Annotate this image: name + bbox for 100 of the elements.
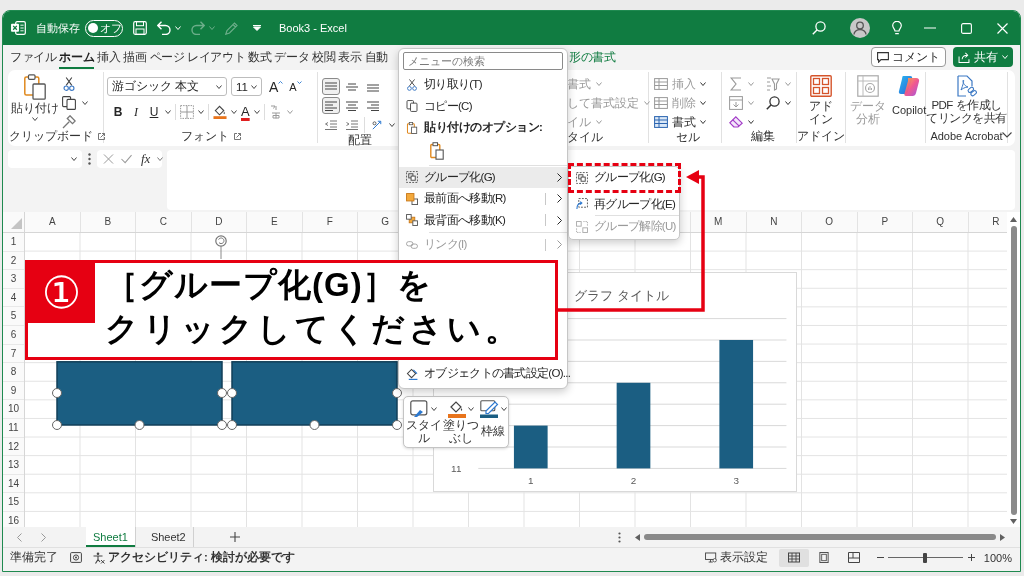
create-pdf-button[interactable]: PDF を作成し てリンクを共有: [926, 75, 1007, 129]
column-header[interactable]: C: [136, 212, 192, 232]
share-button[interactable]: 共有: [953, 47, 1013, 67]
caret-icon[interactable]: [253, 109, 260, 114]
add-sheet-icon[interactable]: [229, 532, 240, 542]
format-cells-button[interactable]: 書式: [654, 114, 721, 130]
copy-icon[interactable]: [62, 96, 76, 110]
comment-button[interactable]: コメント: [871, 47, 946, 67]
row-header[interactable]: 10: [3, 400, 24, 419]
caret-icon[interactable]: [157, 157, 164, 161]
scrollbar-thumb[interactable]: [1010, 226, 1017, 515]
italic-button[interactable]: I: [129, 103, 143, 120]
zoom-in-icon[interactable]: [967, 554, 975, 561]
increase-indent-icon[interactable]: [346, 119, 358, 130]
ribbon-tab[interactable]: 描画: [123, 45, 147, 69]
maximize-icon[interactable]: [961, 22, 972, 34]
menu-item[interactable]: 切り取り(T): [399, 74, 567, 96]
caret-icon[interactable]: [231, 109, 237, 114]
caret-icon[interactable]: [165, 109, 171, 114]
paste-button[interactable]: 貼り付け: [11, 74, 58, 129]
text-orientation-icon[interactable]: [371, 119, 383, 130]
row-header[interactable]: 15: [3, 493, 24, 512]
next-sheet-icon[interactable]: [41, 532, 46, 542]
avatar-icon[interactable]: [850, 18, 870, 38]
caret-icon[interactable]: [389, 122, 395, 127]
sheet-tab[interactable]: Sheet1: [86, 527, 136, 547]
column-header[interactable]: A: [25, 212, 81, 232]
bold-button[interactable]: B: [111, 103, 125, 120]
accessibility-icon[interactable]: [93, 551, 105, 564]
display-settings-button[interactable]: 表示設定: [704, 550, 768, 565]
row-header[interactable]: 9: [3, 381, 24, 401]
row-header[interactable]: 12: [3, 437, 24, 457]
find-button[interactable]: [766, 95, 791, 110]
ribbon-tab[interactable]: 挿入: [97, 45, 121, 69]
close-icon[interactable]: [997, 22, 1008, 34]
row-header[interactable]: 8: [3, 363, 24, 382]
fill-color-icon[interactable]: [213, 104, 227, 119]
menu-item[interactable]: グループ化(G): [399, 166, 567, 188]
slider-thumb[interactable]: [923, 552, 928, 563]
row-header[interactable]: 11: [3, 418, 24, 438]
row-header[interactable]: 2: [3, 251, 24, 271]
column-header[interactable]: B: [80, 212, 136, 232]
selected-rectangle-drawing[interactable]: [51, 361, 228, 431]
scrollbar-thumb[interactable]: [643, 534, 996, 540]
chart-bar[interactable]: [513, 425, 548, 469]
save-icon[interactable]: [133, 21, 147, 35]
customize-caret-icon[interactable]: [253, 25, 261, 31]
more-icon[interactable]: [88, 153, 91, 165]
shrink-font-button[interactable]: A: [289, 78, 302, 95]
ribbon-tab[interactable]: 表示: [338, 45, 362, 69]
align-left-button[interactable]: [322, 97, 340, 114]
insert-function-button[interactable]: fx: [141, 152, 151, 166]
outline-button[interactable]: 枠線: [479, 400, 507, 444]
row-header[interactable]: 7: [3, 344, 24, 364]
column-header[interactable]: D: [191, 212, 247, 232]
fill-button[interactable]: 塗りつぶし: [442, 400, 479, 444]
normal-view-button[interactable]: [778, 548, 809, 567]
decrease-indent-icon[interactable]: [325, 119, 337, 130]
caret-icon[interactable]: [82, 101, 88, 105]
scroll-down-icon[interactable]: [1010, 519, 1017, 524]
row-header[interactable]: 5: [3, 307, 24, 326]
ribbon-tab[interactable]: ページ レイアウト: [149, 45, 246, 69]
ribbon-tab[interactable]: ファイル: [10, 45, 57, 69]
ribbon-tab[interactable]: 校閲: [312, 45, 336, 69]
scissors-icon[interactable]: [62, 77, 76, 91]
clear-button[interactable]: [729, 114, 754, 129]
scroll-right-icon[interactable]: [999, 533, 1005, 541]
ribbon-tab[interactable]: 数式: [248, 45, 272, 69]
row-header[interactable]: 4: [3, 288, 24, 308]
column-header[interactable]: P: [857, 212, 913, 232]
column-header[interactable]: O: [802, 212, 858, 232]
row-header[interactable]: 3: [3, 270, 24, 289]
accessibility-status-button[interactable]: アクセシビリティ: 検討が必要です: [108, 550, 296, 565]
copilot-button[interactable]: Copilot: [892, 75, 927, 130]
paintbrush-icon[interactable]: [62, 115, 76, 129]
row-header[interactable]: 1: [3, 233, 24, 252]
borders-icon[interactable]: [180, 104, 194, 119]
selected-rectangle-drawing[interactable]: [226, 361, 403, 431]
grow-font-button[interactable]: A: [269, 78, 284, 95]
menu-search-field[interactable]: メニューの検索: [403, 52, 563, 70]
font-color-button[interactable]: A: [241, 103, 250, 120]
zoom-level-button[interactable]: 100%: [983, 551, 1012, 564]
menu-item[interactable]: 再グループ化(E): [572, 194, 676, 214]
font-size-box[interactable]: 11: [231, 77, 262, 96]
column-header[interactable]: F: [302, 212, 358, 232]
chart-bar[interactable]: [719, 340, 754, 469]
row-header[interactable]: 6: [3, 325, 24, 345]
menu-item[interactable]: 最前面へ移動(R): [399, 188, 567, 210]
scroll-left-icon[interactable]: [634, 533, 640, 541]
dialog-launcher-icon[interactable]: [233, 132, 241, 140]
collapse-ribbon-icon[interactable]: [1002, 132, 1012, 138]
scroll-up-icon[interactable]: [1010, 217, 1017, 222]
row-header[interactable]: 14: [3, 474, 24, 494]
add-ins-button[interactable]: アドイン: [806, 75, 836, 129]
chart-bar[interactable]: [616, 382, 651, 469]
search-icon[interactable]: [812, 21, 826, 35]
font-name-box[interactable]: 游ゴシック 本文: [107, 77, 227, 96]
caret-icon[interactable]: [198, 109, 204, 114]
previous-sheet-icon[interactable]: [17, 532, 22, 542]
menu-item[interactable]: コピー(C): [399, 95, 567, 117]
